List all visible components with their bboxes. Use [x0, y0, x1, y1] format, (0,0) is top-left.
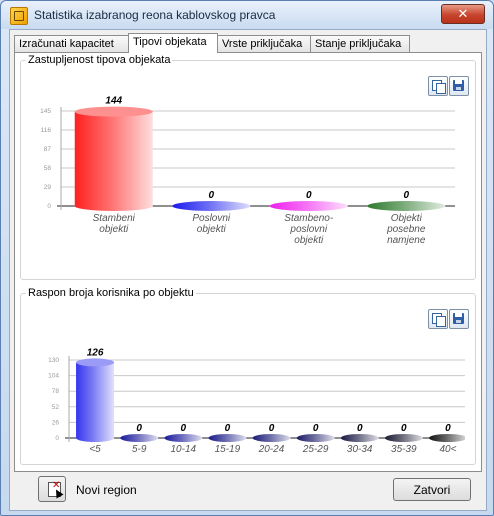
bar-flat-disc	[428, 434, 465, 442]
bar-bottom-cap	[74, 201, 153, 211]
tab-izracunati-kapacitet[interactable]: Izračunati kapacitet	[14, 35, 129, 52]
bar-top-cap	[74, 106, 153, 117]
category-label: objekti	[99, 224, 129, 235]
data-label: 0	[208, 190, 214, 201]
bar-flat-disc	[208, 434, 247, 442]
dialog-client: Izračunati kapacitet Tipovi objekata Vrs…	[9, 29, 487, 511]
y-tick-label: 29	[44, 184, 52, 191]
title-bar[interactable]: Statistika izabranog reona kablovskog pr…	[1, 1, 493, 29]
new-region-button[interactable]: ✕	[38, 476, 66, 502]
category-label: Poslovni	[192, 213, 231, 224]
data-label: 0	[136, 423, 142, 434]
bar	[76, 362, 115, 438]
korisnici-bar-chart: 0 26 52 78 104 130 126 <5 0 5-9 0 10-14 0 15-19 0 20-24…	[48, 347, 465, 455]
category-label: 10-14	[170, 444, 196, 455]
bar-flat-disc	[252, 434, 291, 442]
data-label: 0	[225, 423, 231, 434]
data-label: 0	[306, 190, 312, 201]
bar-flat-disc	[384, 434, 423, 442]
group-raspon-korisnika-title: Raspon broja korisnika po objektu	[28, 287, 194, 299]
y-tick-label: 87	[44, 146, 52, 153]
bar-flat-disc	[164, 434, 203, 442]
y-tick-label: 130	[48, 357, 59, 364]
category-label: objekti	[197, 224, 227, 235]
data-label: 0	[269, 423, 275, 434]
close-button[interactable]: Zatvori	[393, 478, 471, 501]
tab-stanje-prikljucaka[interactable]: Stanje priključaka	[310, 35, 410, 52]
category-label: Stambeno-	[284, 213, 334, 224]
bar-top-cap	[76, 358, 115, 367]
bar-flat-disc	[172, 201, 251, 211]
y-tick-label: 145	[40, 108, 51, 115]
dialog-window: Statistika izabranog reona kablovskog pr…	[0, 0, 494, 516]
data-label: 126	[87, 347, 104, 358]
close-button-label: Zatvori	[413, 483, 451, 497]
category-label: Objekti	[391, 213, 423, 224]
data-label: 0	[313, 423, 319, 434]
y-tick-label: 0	[55, 435, 59, 442]
y-tick-label: 58	[44, 165, 52, 172]
bar-flat-disc	[120, 434, 159, 442]
close-icon: ✕	[457, 6, 469, 21]
category-label: 20-24	[258, 444, 285, 455]
new-region-label: Novi region	[76, 483, 137, 497]
tab-panel-tipovi-objekata: Zastupljenost tipova objekata 0 29 58 87 116…	[14, 52, 482, 472]
data-label: 0	[401, 423, 407, 434]
category-label: 25-29	[302, 444, 329, 455]
y-tick-label: 116	[41, 127, 52, 134]
bar	[74, 111, 153, 206]
tab-tipovi-objekata[interactable]: Tipovi objekata	[128, 33, 218, 53]
bar-flat-disc	[269, 201, 348, 211]
category-label: Stambeni	[93, 213, 136, 224]
category-label: 5-9	[132, 444, 147, 455]
window-title: Statistika izabranog reona kablovskog pr…	[34, 8, 276, 22]
data-label: 0	[445, 423, 451, 434]
category-label: 15-19	[215, 444, 241, 455]
bar-flat-disc	[367, 201, 446, 211]
bar-bottom-cap	[76, 434, 115, 442]
group-zastupljenost-title: Zastupljenost tipova objekata	[28, 54, 171, 66]
data-label: 0	[180, 423, 186, 434]
bar-flat-disc	[340, 434, 379, 442]
tab-vrste-prikljucaka[interactable]: Vrste priključaka	[217, 35, 311, 52]
category-label: namjene	[387, 235, 426, 246]
objekti-bar-chart: 0295887116145144Stambeniobjekti0Poslovni…	[40, 96, 455, 246]
y-tick-label: 26	[52, 419, 60, 426]
y-tick-label: 52	[52, 404, 60, 411]
category-label: poslovni	[289, 224, 327, 235]
close-window-button[interactable]: ✕	[441, 4, 485, 24]
category-label: 30-34	[347, 444, 373, 455]
data-label: 0	[403, 190, 409, 201]
category-label: posebne	[386, 224, 426, 235]
data-label: 0	[357, 423, 363, 434]
category-label: objekti	[294, 235, 324, 246]
y-tick-label: 78	[52, 388, 60, 395]
category-label: 40<	[439, 444, 456, 455]
y-tick-label: 0	[47, 203, 51, 210]
category-label: <5	[89, 444, 101, 455]
app-icon	[10, 7, 28, 25]
data-label: 144	[105, 96, 122, 107]
bar-flat-disc	[296, 434, 335, 442]
y-tick-label: 104	[48, 373, 59, 380]
category-label: 35-39	[391, 444, 417, 455]
